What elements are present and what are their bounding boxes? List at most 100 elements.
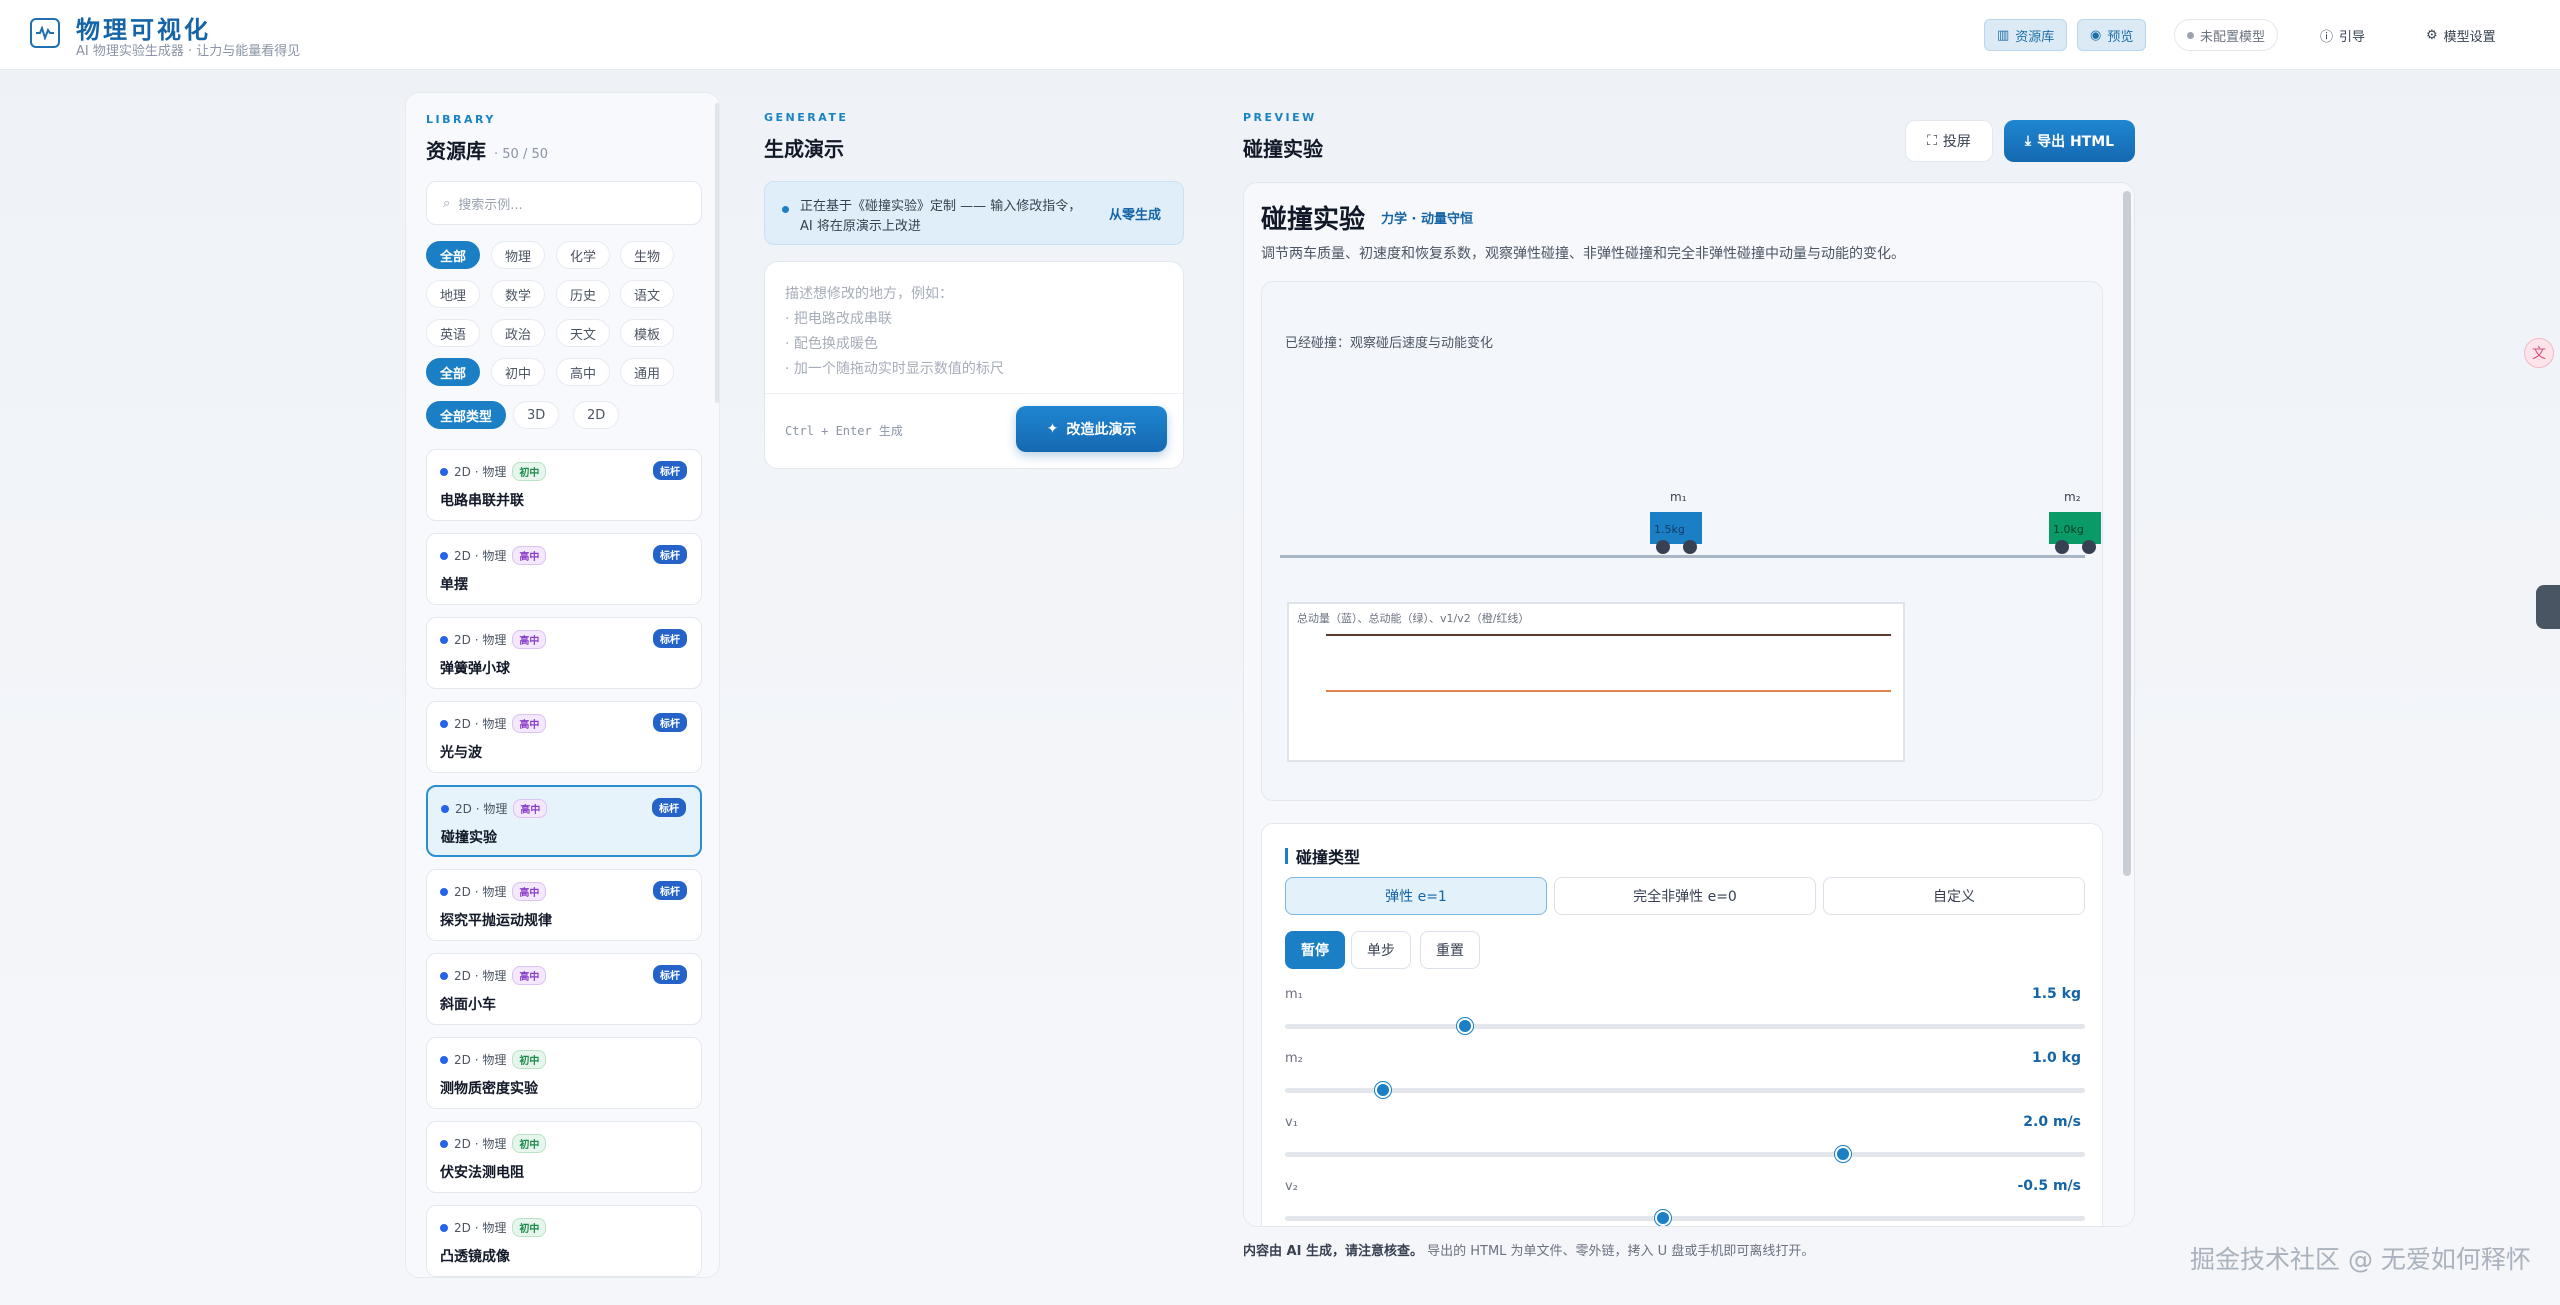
list-item[interactable]: 2D · 物理 高中 标杆 探究平抛运动规律 [426,869,702,941]
list-item[interactable]: 2D · 物理 初中 标杆 电路串联并联 [426,449,702,521]
cart1-body[interactable]: 1.5kg [1650,512,1702,544]
slider-m2[interactable] [1285,1082,2085,1098]
chip-subject-template[interactable]: 模板 [620,319,675,347]
preview-frame: 碰撞实验 力学 · 动量守恒 调节两车质量、初速度和恢复系数，观察弹性碰撞、非弹… [1243,182,2135,1227]
guide-button[interactable]: ⓘ 引导 [2308,19,2377,51]
section-accent [1285,848,1288,864]
chip-subject-chemistry[interactable]: 化学 [556,241,611,269]
slider-v2[interactable] [1285,1210,2085,1226]
preview-toggle-button[interactable]: ◉ 预览 [2077,19,2147,51]
list-item-title: 电路串联并联 [440,493,524,509]
logo-icon [30,18,60,48]
chip-level-general[interactable]: 通用 [620,358,675,386]
level-badge: 初中 [512,1134,547,1153]
info-dot-icon [782,206,789,213]
library-toggle-button[interactable]: ▥ 资源库 [1984,19,2068,51]
list-item-title: 单摆 [440,577,468,593]
floating-assistant-icon[interactable]: 文 [2524,338,2554,368]
chip-type-2d[interactable]: 2D [573,401,620,429]
slider-label-v1: v₁ [1285,1115,1298,1130]
chip-subject-astronomy[interactable]: 天文 [556,319,611,347]
list-item[interactable]: 2D · 物理 初中 伏安法测电阻 [426,1121,702,1193]
energy-graph: 总动量（蓝）、总动能（绿）、v1/v2（橙/红线） [1287,602,1905,762]
list-item[interactable]: 2D · 物理 高中 标杆 弹簧弹小球 [426,617,702,689]
side-drawer-handle[interactable] [2536,585,2560,629]
preview-scrollbar[interactable] [2123,191,2131,876]
from-scratch-link[interactable]: 从零生成 [1109,204,1161,223]
pause-button[interactable]: 暂停 [1285,931,1345,969]
transform-demo-button[interactable]: ✦ 改造此演示 [1016,406,1167,452]
customize-info-banner: 正在基于《碰撞实验》定制 —— 输入修改指令， AI 将在原演示上改进 从零生成 [764,181,1184,245]
chip-subject-geography[interactable]: 地理 [426,280,481,308]
chip-type-all[interactable]: 全部类型 [426,401,507,429]
chip-subject-all[interactable]: 全部 [426,241,481,269]
wheel-icon [2082,540,2096,554]
app-subtitle: AI 物理实验生成器 · 让力与能量看得见 [76,44,301,59]
chip-level-junior[interactable]: 初中 [491,358,546,386]
download-icon: ⤓ [2024,133,2032,149]
level-badge: 初中 [512,462,547,481]
chip-subject-math[interactable]: 数学 [491,280,546,308]
controls-card: 碰撞类型 弹性 e=1 完全非弹性 e=0 自定义 暂停 单步 重置 m₁ 1.… [1261,823,2103,1226]
list-item-title: 凸透镜成像 [440,1249,510,1265]
type-elastic-button[interactable]: 弹性 e=1 [1285,877,1547,915]
chip-subject-chinese[interactable]: 语文 [620,280,675,308]
list-item-title: 弹簧弹小球 [440,661,510,677]
type-dot-icon [440,971,448,980]
slider-value-m1: 1.5 kg [2031,986,2081,1002]
chip-subject-physics[interactable]: 物理 [491,241,546,269]
slider-knob[interactable] [1655,1210,1671,1226]
library-count: · 50 / 50 [494,147,548,162]
library-scrollbar[interactable] [715,103,719,403]
slider-m1[interactable] [1285,1018,2085,1034]
standard-badge: 标杆 [653,713,687,732]
standard-badge: 标杆 [653,629,687,648]
step-button[interactable]: 单步 [1351,931,1411,969]
demo-tag: 力学 · 动量守恒 [1381,212,1474,227]
chip-subject-politics[interactable]: 政治 [491,319,546,347]
type-dot-icon [440,1139,448,1148]
slider-v1[interactable] [1285,1146,2085,1162]
cart2-body[interactable]: 1.0kg [2049,512,2101,544]
generate-eyebrow: GENERATE [764,111,849,124]
type-inelastic-button[interactable]: 完全非弹性 e=0 [1554,877,1816,915]
cast-button[interactable]: ⛶ 投屏 [1905,120,1993,162]
sparkle-icon: ✦ [1046,421,1059,437]
library-panel: LIBRARY 资源库 · 50 / 50 ⌕ 搜索示例... 全部 物理 化学… [405,92,720,1278]
slider-knob[interactable] [1457,1018,1473,1034]
chip-type-3d[interactable]: 3D [513,401,560,429]
simulation-stage[interactable]: 已经碰撞：观察碰后速度与动能变化 m₁ 1.5kg m₂ 1.0kg 总动量（蓝… [1261,281,2103,801]
type-dot-icon [440,719,448,728]
list-item-title: 探究平抛运动规律 [440,913,552,929]
standard-badge: 标杆 [653,461,687,480]
graph-line-energy [1326,690,1891,692]
chip-subject-history[interactable]: 历史 [556,280,611,308]
cart1-label: m₁ [1670,490,1687,504]
list-item-selected[interactable]: 2D · 物理 高中 标杆 碰撞实验 [426,785,702,857]
preview-eyebrow: PREVIEW [1243,111,1317,124]
type-dot-icon [440,1055,448,1064]
list-item[interactable]: 2D · 物理 高中 标杆 单摆 [426,533,702,605]
list-item-title: 光与波 [440,745,482,761]
list-item[interactable]: 2D · 物理 高中 标杆 斜面小车 [426,953,702,1025]
placeholder-line: 描述想修改的地方，例如： [785,286,953,302]
list-item[interactable]: 2D · 物理 初中 凸透镜成像 [426,1205,702,1277]
export-html-button[interactable]: ⤓ 导出 HTML [2004,120,2135,162]
chip-level-all[interactable]: 全部 [426,358,481,386]
reset-button[interactable]: 重置 [1420,931,1480,969]
list-item-title: 伏安法测电阻 [440,1165,524,1181]
chip-level-senior[interactable]: 高中 [556,358,611,386]
eye-icon: ◉ [2090,27,2102,43]
list-item[interactable]: 2D · 物理 初中 测物质密度实验 [426,1037,702,1109]
slider-knob[interactable] [1375,1082,1391,1098]
model-settings-button[interactable]: ⚙ 模型设置 [2414,19,2508,51]
chip-subject-biology[interactable]: 生物 [620,241,675,269]
slider-knob[interactable] [1835,1146,1851,1162]
model-status-badge[interactable]: 未配置模型 [2174,19,2279,51]
level-badge: 高中 [512,546,547,565]
list-item[interactable]: 2D · 物理 高中 标杆 光与波 [426,701,702,773]
chip-subject-english[interactable]: 英语 [426,319,481,347]
search-input[interactable]: ⌕ 搜索示例... [426,181,702,225]
type-custom-button[interactable]: 自定义 [1823,877,2085,915]
library-title: 资源库 [426,139,486,163]
